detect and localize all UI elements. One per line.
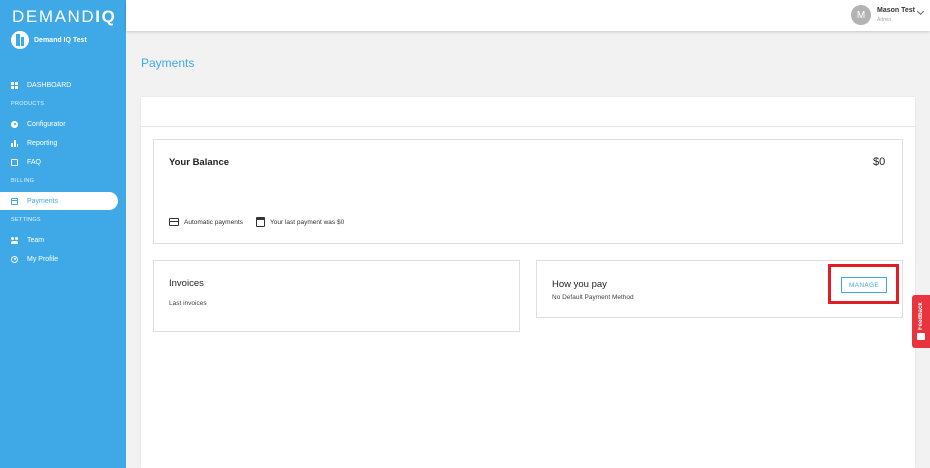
sidebar-item-dashboard[interactable]: DASHBOARD [0,76,118,94]
invoices-subtitle: Last invoices [169,300,207,307]
sidebar-item-faq[interactable]: FAQ [0,153,118,171]
user-name[interactable]: Mason Test [877,7,915,14]
invoices-title: Invoices [169,278,204,289]
how-you-pay-title: How you pay [552,279,607,290]
feedback-tab[interactable]: Feedback [912,295,930,348]
section-label-products: PRODUCTS [11,101,45,107]
feedback-label: Feedback [918,302,924,330]
message-icon [917,333,925,340]
balance-card [153,139,903,244]
grid-icon [11,81,18,89]
team-icon [11,236,18,244]
sidebar-item-my-profile[interactable]: My Profile [0,250,118,268]
calendar-icon [256,217,265,227]
page-title: Payments [141,56,195,70]
top-bar [126,0,930,31]
payment-method-status: No Default Payment Method [552,294,634,301]
panel-divider [141,126,915,127]
sidebar-item-label: Configurator [27,120,66,128]
last-payment-label: Your last payment was $0 [270,219,345,226]
book-icon [11,158,18,166]
sidebar-item-label: DASHBOARD [27,81,72,89]
automatic-payments-label: Automatic payments [184,219,243,226]
sidebar-item-label: Reporting [27,139,58,147]
section-label-settings: SETTINGS [11,217,41,223]
sidebar-item-payments[interactable]: Payments [0,192,118,210]
sidebar-item-configurator[interactable]: Configurator [0,115,118,133]
sidebar-item-team[interactable]: Team [0,231,118,249]
sidebar-item-label: My Profile [27,255,59,263]
bar-chart-icon [11,139,18,147]
balance-title: Your Balance [169,157,230,168]
building-icon [11,31,29,49]
gear-icon [11,120,18,128]
company-switcher[interactable]: Demand IQ Test [11,31,87,49]
avatar[interactable]: M [851,5,871,25]
balance-amount: $0 [873,156,886,168]
sidebar-item-reporting[interactable]: Reporting [0,134,118,152]
sidebar-item-label: Team [27,236,45,244]
manage-button[interactable]: MANAGE [841,277,887,293]
company-name: Demand IQ Test [34,36,87,44]
sidebar: DEMANDIQ Demand IQ Test DASHBOARD PRODUC… [0,0,126,468]
credit-card-icon [169,218,179,226]
credit-card-icon [11,197,18,205]
invoices-card [153,260,520,332]
sidebar-item-label: Payments [27,197,59,205]
demand-iq-logo[interactable]: DEMANDIQ [12,7,116,27]
sidebar-item-label: FAQ [27,158,42,166]
section-label-billing: BILLING [11,178,35,184]
user-role: Admin [877,17,892,23]
user-circle-icon [11,255,18,263]
